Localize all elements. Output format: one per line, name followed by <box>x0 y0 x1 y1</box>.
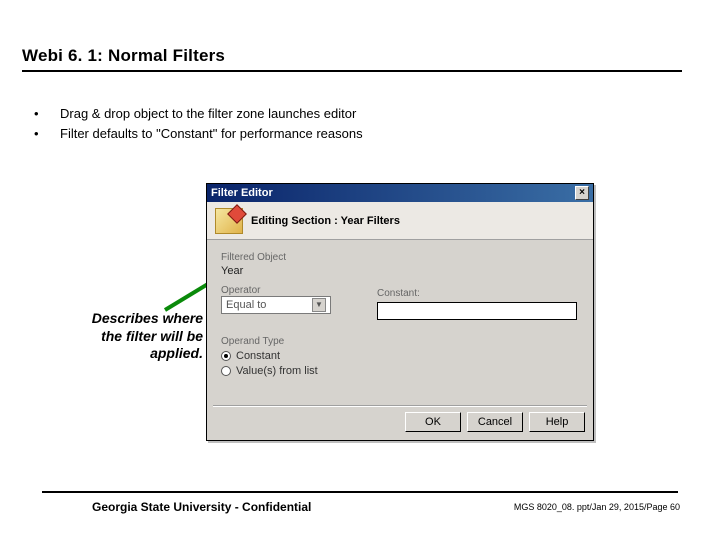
radio-values-label: Value(s) from list <box>236 365 318 377</box>
list-item: • Filter defaults to "Constant" for perf… <box>34 124 363 144</box>
filtered-object-label: Filtered Object <box>221 252 581 263</box>
bullet-text: Filter defaults to "Constant" for perfor… <box>60 124 363 144</box>
slide-title: Webi 6. 1: Normal Filters <box>22 46 225 66</box>
footer-rule <box>42 491 678 493</box>
bullet-dot-icon: • <box>34 104 60 124</box>
operand-type-label: Operand Type <box>221 336 581 347</box>
operator-select-value: Equal to <box>226 299 266 311</box>
radio-values-from-list[interactable]: Value(s) from list <box>221 365 581 377</box>
filtered-object-value: Year <box>221 265 581 277</box>
dialog-button-row: OK Cancel Help <box>405 412 585 432</box>
radio-constant-label: Constant <box>236 350 280 362</box>
callout-text: Describes where the filter will be appli… <box>88 310 203 363</box>
operator-select[interactable]: Equal to ▼ <box>221 296 331 314</box>
edit-filter-icon <box>215 208 243 234</box>
bullet-text: Drag & drop object to the filter zone la… <box>60 104 356 124</box>
dialog-header: Editing Section : Year Filters <box>207 202 593 240</box>
radio-icon <box>221 366 231 376</box>
radio-icon <box>221 351 231 361</box>
footer-left-text: Georgia State University - Confidential <box>92 500 311 514</box>
list-item: • Drag & drop object to the filter zone … <box>34 104 363 124</box>
separator <box>213 405 587 406</box>
dialog-header-text: Editing Section : Year Filters <box>251 215 400 227</box>
dialog-titlebar[interactable]: Filter Editor × <box>207 184 593 202</box>
filter-editor-dialog: Filter Editor × Editing Section : Year F… <box>206 183 594 441</box>
constant-input[interactable] <box>377 302 577 320</box>
close-icon[interactable]: × <box>575 186 589 200</box>
title-underline <box>22 70 682 72</box>
ok-button[interactable]: OK <box>405 412 461 432</box>
chevron-down-icon[interactable]: ▼ <box>312 298 326 312</box>
radio-constant[interactable]: Constant <box>221 350 581 362</box>
dialog-body: Filtered Object Year Operator Equal to ▼… <box>207 240 593 410</box>
footer-right-text: MGS 8020_08. ppt/Jan 29, 2015/Page 60 <box>514 502 680 512</box>
bullet-dot-icon: • <box>34 124 60 144</box>
cancel-button[interactable]: Cancel <box>467 412 523 432</box>
dialog-title: Filter Editor <box>211 187 273 199</box>
help-button[interactable]: Help <box>529 412 585 432</box>
constant-label: Constant: <box>377 288 577 299</box>
bullet-list: • Drag & drop object to the filter zone … <box>34 104 363 143</box>
